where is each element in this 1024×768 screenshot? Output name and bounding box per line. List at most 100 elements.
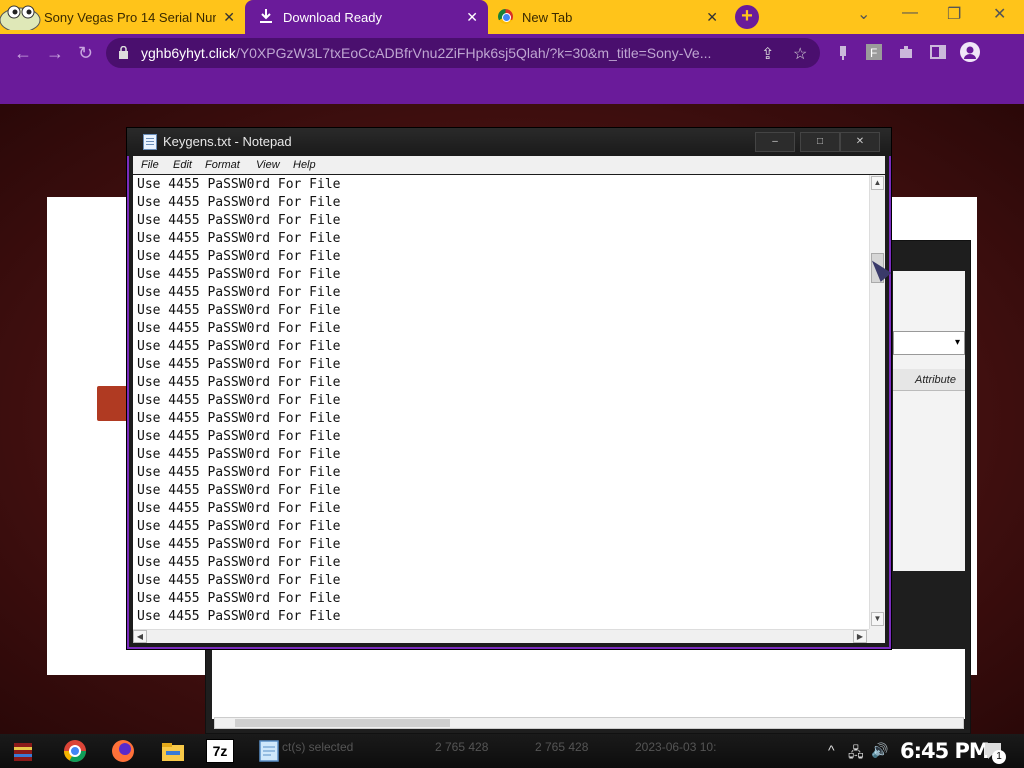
reload-icon[interactable]: ↻	[78, 43, 93, 64]
browser-tabstrip: Sony Vegas Pro 14 Serial Numb ✕ Download…	[0, 0, 1024, 34]
restore-icon[interactable]: ❐	[947, 4, 961, 24]
menu-view[interactable]: View	[256, 159, 280, 171]
notepad-text-area[interactable]: Use 4455 PaSSW0rd For File Use 4455 PaSSW…	[133, 175, 869, 629]
archive-panel: ▾	[893, 271, 965, 571]
f-extension-icon[interactable]: F	[866, 44, 882, 60]
text-line: Use 4455 PaSSW0rd For File	[137, 555, 341, 570]
text-line: Use 4455 PaSSW0rd For File	[137, 285, 341, 300]
url-host: yghb6yhyt.click	[141, 45, 236, 61]
tab-title: New Tab	[522, 10, 573, 25]
menu-format[interactable]: Format	[205, 159, 240, 171]
browser-toolbar: ← → ↻ yghb6yhyt.click/Y0XPGzW3L7txEoCcAD…	[0, 34, 1024, 72]
menu-file[interactable]: File	[141, 159, 159, 171]
text-line: Use 4455 PaSSW0rd For File	[137, 411, 341, 426]
chrome-icon	[498, 9, 513, 24]
scroll-up-arrow-icon[interactable]: ▲	[871, 176, 884, 190]
text-line: Use 4455 PaSSW0rd For File	[137, 267, 341, 282]
status-selected-text: ct(s) selected	[282, 740, 354, 754]
text-line: Use 4455 PaSSW0rd For File	[137, 195, 341, 210]
address-bar[interactable]: yghb6yhyt.click/Y0XPGzW3L7txEoCcADBfrVnu…	[106, 38, 820, 68]
tab-close-icon[interactable]: ✕	[466, 9, 478, 26]
archive-horizontal-scrollbar[interactable]	[214, 717, 964, 729]
notepad-icon[interactable]	[254, 737, 284, 765]
text-line: Use 4455 PaSSW0rd For File	[137, 393, 341, 408]
text-line: Use 4455 PaSSW0rd For File	[137, 537, 341, 552]
close-button[interactable]: ✕	[840, 132, 880, 152]
notepad-menubar: File Edit Format View Help	[133, 156, 885, 174]
download-icon	[260, 9, 272, 23]
forward-icon[interactable]: →	[46, 43, 64, 64]
text-line: Use 4455 PaSSW0rd For File	[137, 357, 341, 372]
maximize-button[interactable]: □	[800, 132, 840, 152]
7zip-icon[interactable]: 7z	[206, 739, 234, 763]
file-explorer-icon[interactable]	[158, 737, 188, 765]
taskbar-clock[interactable]: 6:45 PM	[900, 739, 990, 763]
resize-grip[interactable]	[869, 629, 885, 643]
vertical-scrollbar[interactable]: ▲ ▼	[869, 175, 885, 629]
page-header-band	[0, 72, 1024, 104]
tab-sony-vegas[interactable]: Sony Vegas Pro 14 Serial Numb ✕	[0, 0, 245, 34]
winrar-icon[interactable]	[8, 737, 38, 765]
profile-avatar-icon[interactable]	[960, 42, 980, 62]
network-icon[interactable]: 🖧	[848, 742, 864, 766]
chrome-icon[interactable]	[60, 737, 90, 765]
extension-pin-icon[interactable]	[835, 44, 851, 60]
firefox-icon[interactable]	[108, 737, 138, 765]
text-line: Use 4455 PaSSW0rd For File	[137, 303, 341, 318]
scroll-left-arrow-icon[interactable]: ◀	[133, 630, 147, 643]
svg-text:F: F	[870, 46, 877, 60]
text-line: Use 4455 PaSSW0rd For File	[137, 519, 341, 534]
text-line: Use 4455 PaSSW0rd For File	[137, 483, 341, 498]
side-panel-icon[interactable]	[930, 44, 946, 60]
text-line: Use 4455 PaSSW0rd For File	[137, 339, 341, 354]
lock-icon	[119, 46, 128, 59]
text-line: Use 4455 PaSSW0rd For File	[137, 177, 341, 192]
scroll-down-arrow-icon[interactable]: ▼	[871, 612, 884, 626]
text-line: Use 4455 PaSSW0rd For File	[137, 609, 341, 624]
tray-overflow-icon[interactable]: ^	[828, 742, 835, 758]
back-icon[interactable]: ←	[14, 43, 32, 64]
text-line: Use 4455 PaSSW0rd For File	[137, 321, 341, 336]
text-line: Use 4455 PaSSW0rd For File	[137, 429, 341, 444]
scroll-thumb[interactable]	[235, 719, 450, 727]
status-date: 2023-06-03 10:	[635, 740, 717, 754]
minimize-button[interactable]: –	[755, 132, 795, 152]
text-line: Use 4455 PaSSW0rd For File	[137, 501, 341, 516]
status-packed-size: 2 765 428	[535, 740, 589, 754]
horizontal-scrollbar[interactable]: ◀ ▶	[133, 629, 869, 643]
tab-search-icon[interactable]: ⌄	[857, 4, 870, 24]
close-window-icon[interactable]: ✕	[993, 4, 1006, 24]
menu-edit[interactable]: Edit	[173, 159, 192, 171]
path-combo[interactable]: ▾	[893, 331, 965, 355]
text-line: Use 4455 PaSSW0rd For File	[137, 375, 341, 390]
bookmark-star-icon[interactable]: ☆	[793, 44, 807, 64]
minimize-icon[interactable]: —	[902, 4, 918, 22]
text-line: Use 4455 PaSSW0rd For File	[137, 573, 341, 588]
text-line: Use 4455 PaSSW0rd For File	[137, 249, 341, 264]
tab-close-icon[interactable]: ✕	[706, 9, 718, 26]
notepad-titlebar[interactable]: Keygens.txt - Notepad – □ ✕	[127, 128, 891, 156]
tab-close-icon[interactable]: ✕	[223, 9, 235, 26]
taskbar: 7z ct(s) selected 2 765 428 2 765 428 20…	[0, 734, 1024, 768]
text-line: Use 4455 PaSSW0rd For File	[137, 447, 341, 462]
share-icon[interactable]: ⇪	[761, 44, 774, 64]
notification-badge: 1	[992, 750, 1006, 764]
notepad-title: Keygens.txt - Notepad	[163, 134, 292, 149]
attribute-column-header[interactable]: Attribute	[893, 369, 965, 391]
puzzle-extensions-icon[interactable]	[898, 44, 914, 60]
url-path: /Y0XPGzW3L7txEoCcADBfrVnu2ZiFHpk6sj5Qlah…	[235, 45, 712, 61]
volume-icon[interactable]: 🔊	[871, 742, 888, 759]
text-line: Use 4455 PaSSW0rd For File	[137, 213, 341, 228]
menu-help[interactable]: Help	[293, 159, 316, 171]
tab-new-tab[interactable]: New Tab ✕	[488, 0, 728, 34]
new-tab-button[interactable]: +	[735, 5, 759, 29]
tab-title: Sony Vegas Pro 14 Serial Numb	[44, 10, 216, 25]
text-line: Use 4455 PaSSW0rd For File	[137, 465, 341, 480]
text-line: Use 4455 PaSSW0rd For File	[137, 231, 341, 246]
tab-title: Download Ready	[283, 10, 383, 25]
text-line: Use 4455 PaSSW0rd For File	[137, 591, 341, 606]
scroll-right-arrow-icon[interactable]: ▶	[853, 630, 867, 643]
status-size: 2 765 428	[435, 740, 489, 754]
archive-file-list	[212, 649, 965, 719]
tab-download-ready[interactable]: Download Ready ✕	[245, 0, 488, 34]
